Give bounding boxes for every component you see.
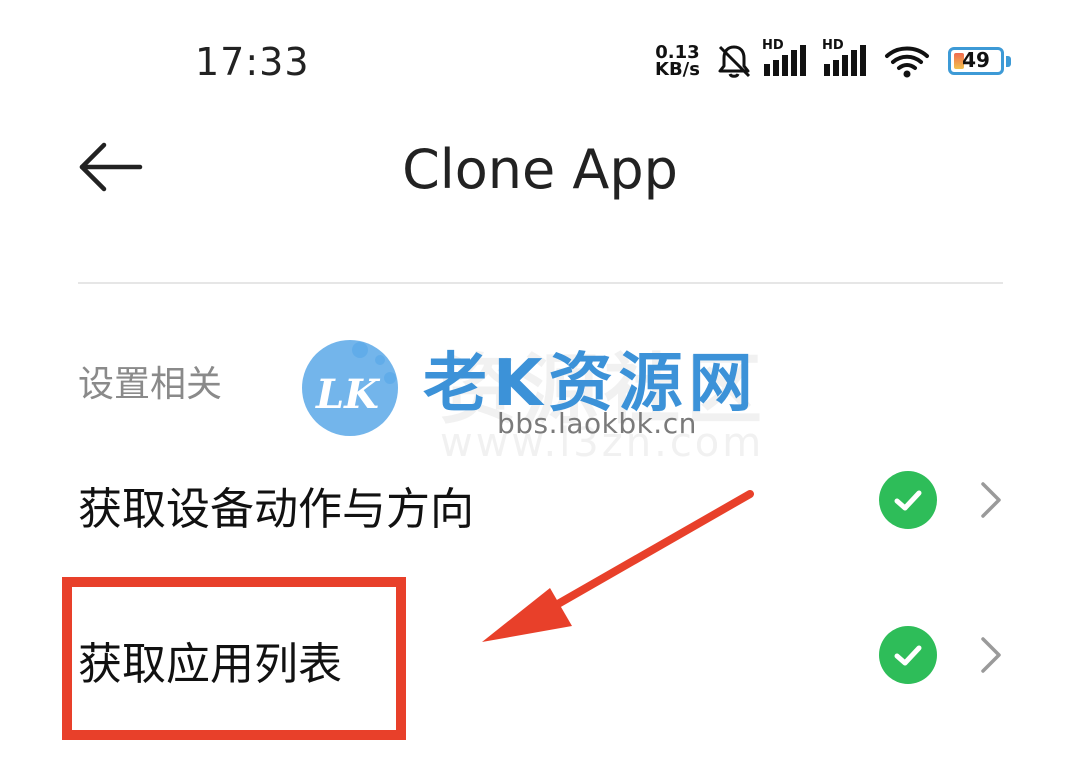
annotation-highlight-box — [62, 577, 406, 740]
network-speed-unit: KB/s — [655, 59, 700, 80]
battery-level: 49 — [962, 48, 990, 72]
watermark-logo: LK — [302, 340, 398, 436]
network-speed: 0.13 KB/s — [655, 44, 700, 80]
watermark-brand: 老K资源网 — [423, 347, 759, 421]
signal-icon: HD — [822, 38, 872, 78]
battery-cap — [1006, 56, 1011, 67]
annotation-arrow-icon — [482, 490, 754, 642]
page-title: Clone App — [402, 138, 678, 201]
watermark: 资源社区 www.l3zn.com LK 老K资源网 bbs.laokbk.cn — [230, 290, 830, 470]
check-circle-icon — [879, 626, 937, 684]
watermark-url: bbs.laokbk.cn — [497, 407, 697, 440]
hd-label: HD — [822, 38, 844, 53]
signal-icon: HD — [762, 38, 812, 78]
item-label: 获取设备动作与方向 — [78, 484, 474, 535]
wifi-icon — [885, 46, 929, 78]
check-circle-icon — [879, 471, 937, 529]
status-bar: 17:33 0.13 KB/s HD HD 49 — [0, 0, 1080, 120]
watermark-logo-text: LK — [315, 371, 381, 418]
battery-icon: 49 — [948, 47, 1004, 75]
bell-muted-icon — [718, 45, 751, 78]
section-title: 设置相关 — [78, 364, 223, 405]
divider — [78, 282, 1003, 284]
status-time: 17:33 — [195, 40, 310, 84]
chevron-right-icon — [981, 637, 1001, 673]
hd-label: HD — [762, 38, 784, 53]
chevron-right-icon — [981, 482, 1001, 518]
watermark-ghost-text: 资源社区 — [440, 345, 768, 434]
